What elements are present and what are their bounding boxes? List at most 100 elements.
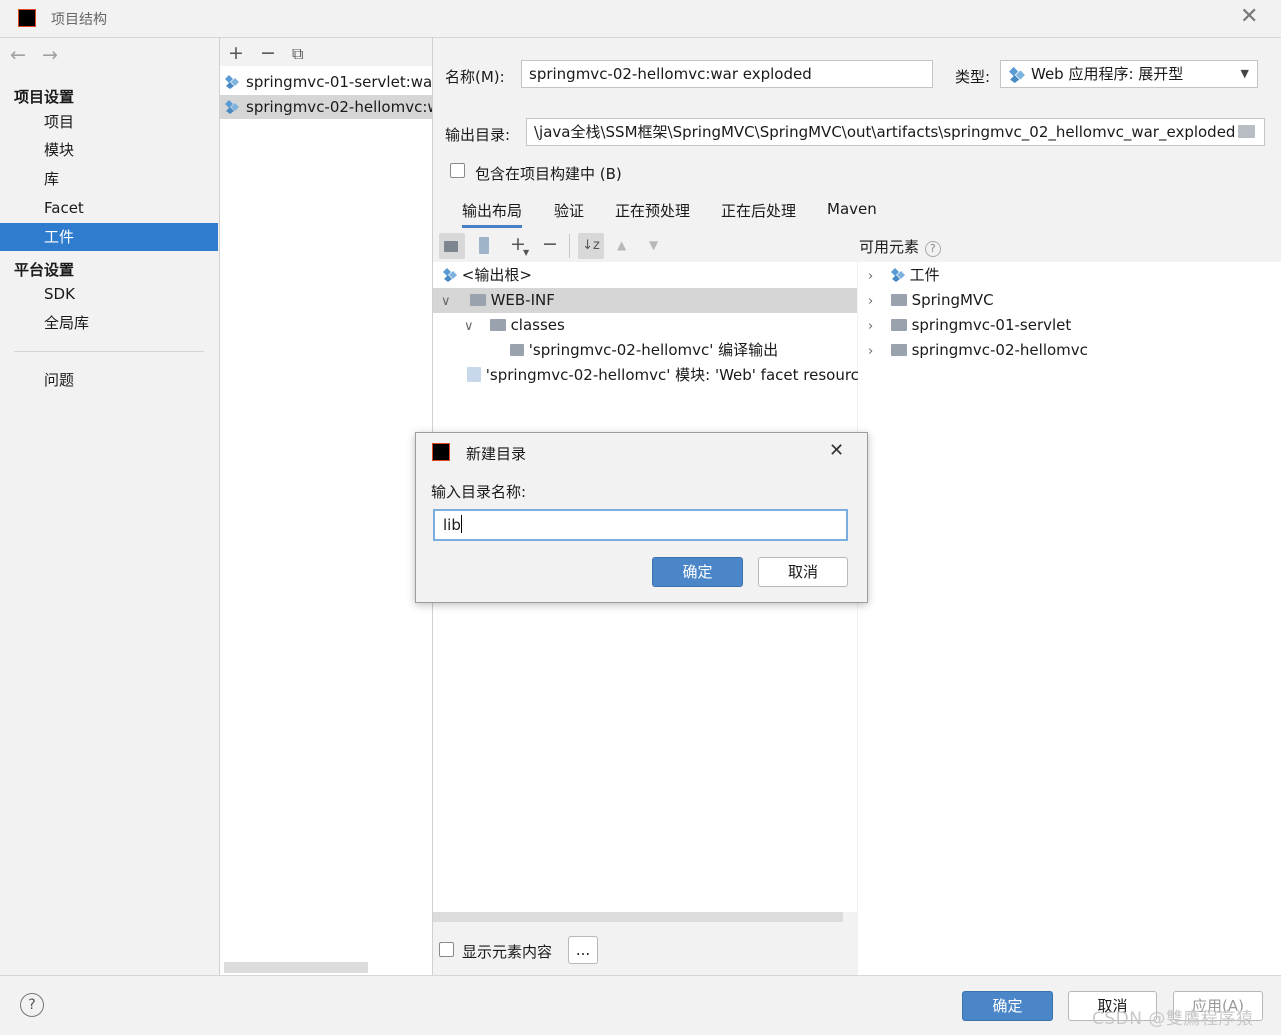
add-icon[interactable]: +	[228, 42, 244, 64]
chevron-down-icon: ∨	[441, 294, 451, 309]
chevron-right-icon: ›	[868, 269, 874, 284]
close-icon[interactable]: ✕	[829, 440, 844, 461]
ellipsis-button[interactable]: ...	[568, 936, 598, 964]
artifacts-toolbar: + − ⧉	[220, 38, 432, 66]
nav-item-global-libraries[interactable]: 全局库	[0, 309, 218, 337]
show-contents-label: 显示元素内容	[462, 943, 553, 961]
copy-icon[interactable]: ⧉	[292, 44, 303, 64]
nav-item-facets[interactable]: Facet	[0, 194, 218, 222]
available-item-label: springmvc-02-hellomvc	[911, 341, 1088, 359]
title-bar: 项目结构 ✕	[0, 0, 1281, 38]
tree-node-output-root[interactable]: <输出根>	[443, 263, 532, 288]
create-directory-button[interactable]	[439, 233, 465, 259]
help-icon[interactable]: ?	[20, 993, 44, 1017]
text-cursor	[460, 515, 462, 533]
tree-node-label: WEB-INF	[490, 291, 555, 309]
web-artifact-icon	[1009, 67, 1025, 83]
available-elements-label: 可用元素	[859, 238, 920, 256]
web-facet-icon	[467, 367, 481, 382]
artifacts-list-pane: + − ⧉ springmvc-01-servlet:war exploded …	[220, 38, 433, 975]
dialog-prompt: 输入目录名称:	[431, 483, 527, 501]
directory-name-value: lib	[443, 516, 461, 534]
show-contents-checkbox[interactable]	[439, 942, 454, 957]
chevron-right-icon: ›	[868, 294, 874, 309]
dialog-cancel-button[interactable]: 取消	[758, 557, 848, 587]
tree-node-compile-output[interactable]: 'springmvc-02-hellomvc' 编译输出	[510, 338, 778, 363]
output-dir-field[interactable]: \java全栈\SSM框架\SpringMVC\SpringMVC\out\ar…	[526, 118, 1265, 146]
available-item-springmvc[interactable]: › SpringMVC	[868, 288, 994, 313]
artifact-item[interactable]: springmvc-01-servlet:war exploded	[220, 70, 432, 94]
available-item-servlet[interactable]: › springmvc-01-servlet	[868, 313, 1071, 338]
new-directory-dialog: 新建目录 ✕ 输入目录名称: lib 确定 取消	[415, 432, 868, 603]
sort-icon[interactable]: ↓z	[578, 233, 604, 259]
tree-node-facet-resource[interactable]: 'springmvc-02-hellomvc' 模块: 'Web' facet …	[467, 363, 868, 388]
help-icon[interactable]: ?	[924, 241, 941, 257]
tree-node-label: classes	[510, 316, 565, 334]
intellij-app-icon	[18, 9, 36, 27]
include-in-build-checkbox[interactable]	[450, 163, 465, 178]
nav-item-sdk[interactable]: SDK	[0, 280, 218, 308]
name-label: 名称(M):	[445, 68, 505, 86]
artifact-item-label: springmvc-02-hellomvc:war exploded	[246, 98, 432, 116]
tab-preprocessing[interactable]: 正在预处理	[615, 200, 690, 221]
move-up-icon[interactable]: ▲	[617, 238, 626, 252]
artifact-icon	[225, 75, 239, 89]
folder-browse-icon[interactable]	[1238, 125, 1255, 138]
move-down-icon[interactable]: ▼	[649, 238, 658, 252]
chevron-down-icon: ▼	[1240, 67, 1249, 80]
forward-arrow-icon[interactable]: →	[42, 44, 58, 66]
chevron-right-icon: ›	[868, 344, 874, 359]
bottom-bar: ? 确定 取消 应用(A)	[0, 975, 1281, 1035]
module-icon	[890, 319, 907, 331]
chevron-down-icon: ∨	[464, 319, 474, 334]
new-folder-icon	[444, 241, 458, 252]
remove-element-icon[interactable]: −	[542, 233, 558, 255]
back-arrow-icon[interactable]: ←	[10, 44, 26, 66]
folder-icon	[469, 294, 486, 306]
available-item-hellomvc[interactable]: › springmvc-02-hellomvc	[868, 338, 1088, 363]
chevron-right-icon: ›	[868, 319, 874, 334]
artifact-icon	[443, 268, 457, 282]
nav-separator	[14, 351, 204, 352]
tree-node-web-inf[interactable]: ∨ WEB-INF	[433, 288, 857, 313]
available-item-label: 工件	[909, 266, 940, 284]
available-item-label: SpringMVC	[911, 291, 994, 309]
tab-validation[interactable]: 验证	[554, 200, 584, 221]
nav-item-libraries[interactable]: 库	[0, 165, 218, 193]
nav-item-modules[interactable]: 模块	[0, 136, 218, 164]
folder-icon	[489, 319, 506, 331]
platform-settings-header: 平台设置	[14, 261, 75, 279]
nav-item-project[interactable]: 项目	[0, 108, 218, 136]
tree-node-label: <输出根>	[461, 266, 532, 284]
project-settings-header: 项目设置	[14, 88, 75, 106]
remove-icon[interactable]: −	[260, 42, 276, 64]
artifacts-hscrollbar[interactable]	[224, 962, 368, 973]
available-item-artifacts[interactable]: › 工件	[868, 263, 940, 288]
nav-item-problems[interactable]: 问题	[0, 366, 218, 394]
tab-output-layout[interactable]: 输出布局	[462, 200, 523, 228]
type-dropdown[interactable]: Web 应用程序: 展开型 ▼	[1000, 60, 1258, 88]
dialog-ok-button[interactable]: 确定	[652, 557, 743, 587]
artifact-item-selected[interactable]: springmvc-02-hellomvc:war exploded	[220, 95, 432, 119]
ok-button[interactable]: 确定	[962, 991, 1053, 1021]
tree-node-classes[interactable]: ∨ classes	[464, 313, 565, 338]
layout-hscrollbar[interactable]	[433, 912, 843, 922]
type-label: 类型:	[955, 68, 991, 86]
include-in-build-label: 包含在项目构建中 (B)	[475, 165, 622, 183]
output-dir-label: 输出目录:	[445, 126, 511, 144]
tab-maven[interactable]: Maven	[827, 200, 877, 218]
directory-name-input[interactable]: lib	[433, 509, 848, 541]
nav-item-artifacts[interactable]: 工件	[0, 223, 218, 251]
close-icon[interactable]: ✕	[1240, 4, 1258, 29]
module-output-icon	[510, 344, 524, 356]
module-icon	[890, 294, 907, 306]
tab-postprocessing[interactable]: 正在后处理	[721, 200, 796, 221]
name-field[interactable]: springmvc-02-hellomvc:war exploded	[521, 60, 933, 88]
left-nav: ← → 项目设置 项目 模块 库 Facet 工件 平台设置 SDK 全局库 问…	[0, 38, 220, 975]
create-archive-icon[interactable]	[479, 237, 489, 254]
watermark: CSDN @雙鷹程序猿	[1092, 1009, 1254, 1029]
layout-footer: 显示元素内容 ...	[433, 922, 857, 975]
available-elements-header: 可用元素 ?	[859, 236, 941, 257]
module-icon	[890, 344, 907, 356]
intellij-app-icon	[432, 443, 450, 461]
